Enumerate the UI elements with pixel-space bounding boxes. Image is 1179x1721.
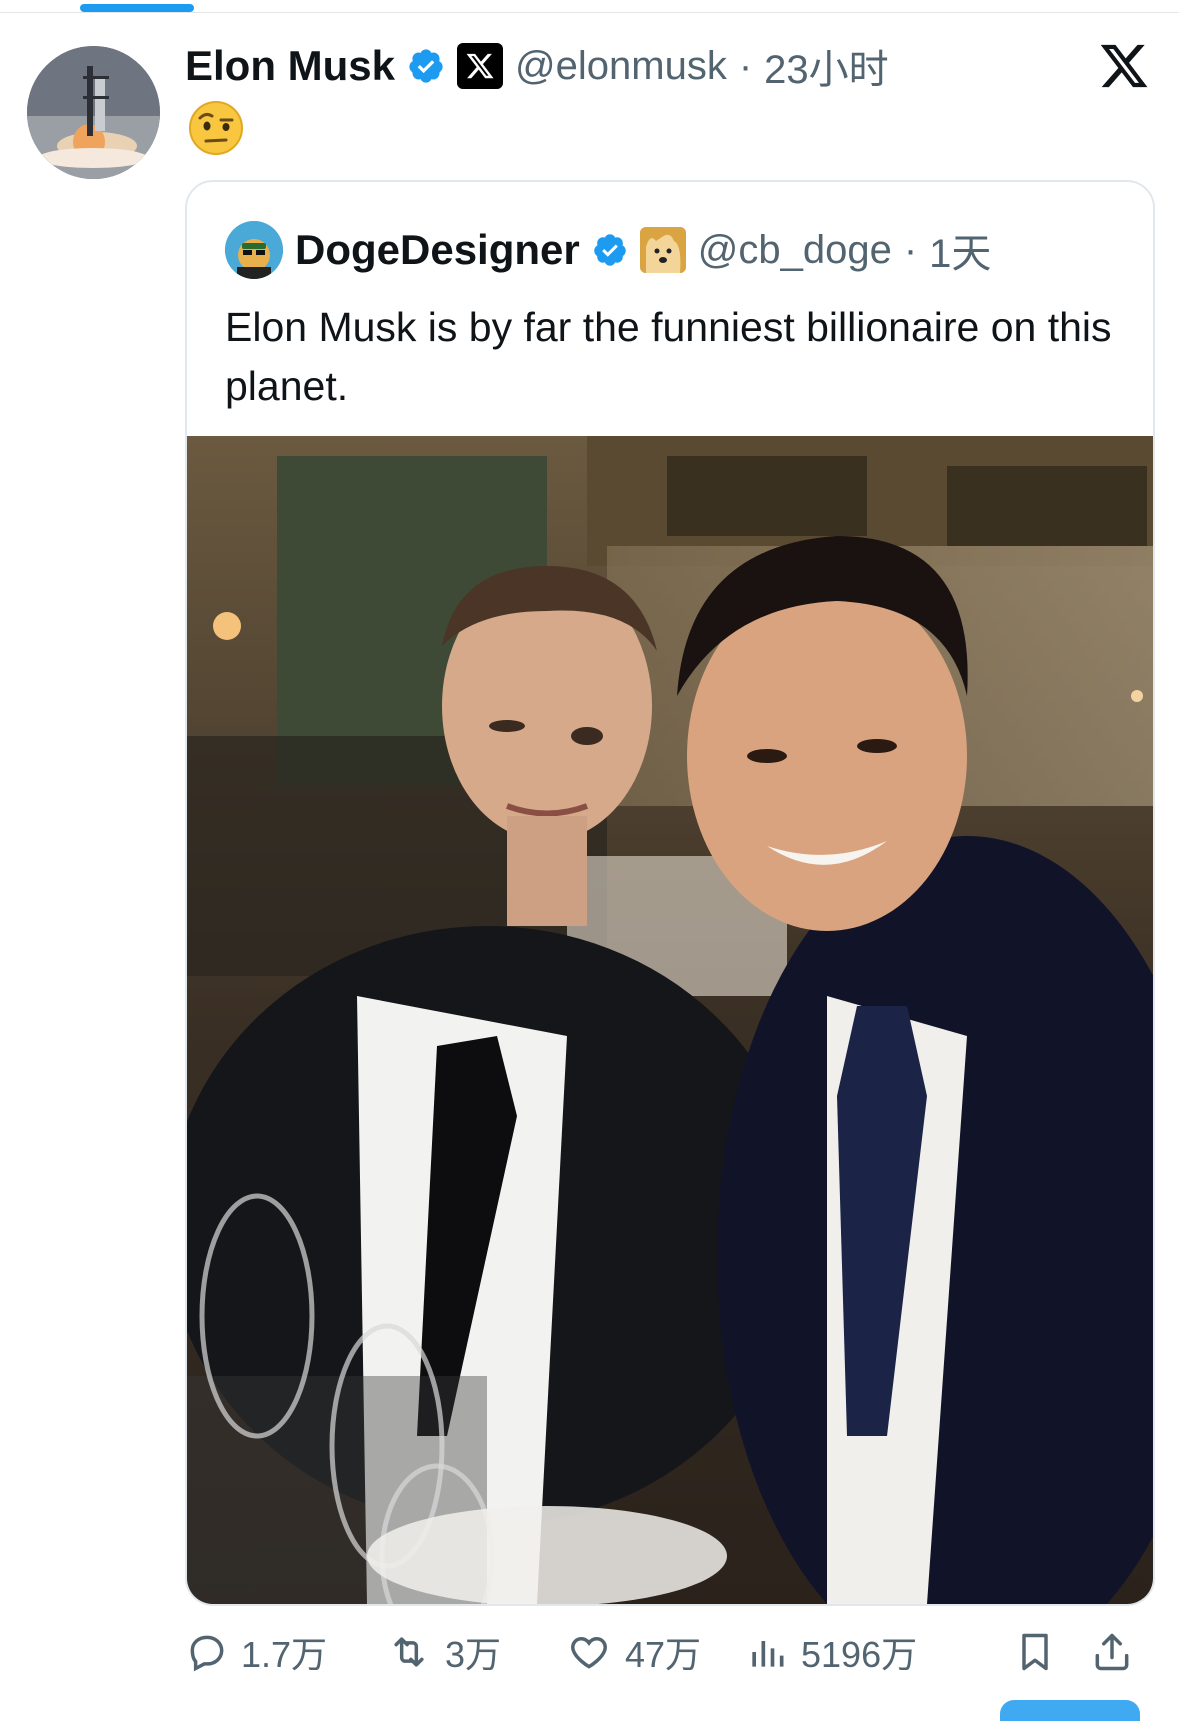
verified-badge-icon: [592, 232, 628, 268]
bookmark-button[interactable]: [1013, 1622, 1057, 1682]
reply-button[interactable]: 1.7万: [185, 1622, 327, 1682]
action-bar: 1.7万 3万 47万 5196万: [185, 1622, 1145, 1682]
doge-affiliate-badge-icon: [639, 227, 686, 273]
comment-icon: [185, 1630, 229, 1674]
heart-icon: [565, 1630, 613, 1674]
divider: [0, 12, 1179, 13]
quoted-tweet-text: Elon Musk is by far the funniest billion…: [225, 304, 1112, 409]
bookmark-icon: [1013, 1628, 1057, 1676]
retweet-button[interactable]: 3万: [385, 1622, 501, 1682]
separator-dot: ·: [738, 43, 753, 88]
view-count: 5196万: [801, 1634, 918, 1675]
reply-count: 1.7万: [241, 1634, 328, 1675]
share-icon: [1090, 1628, 1134, 1676]
tweet-timestamp[interactable]: 23小时: [764, 37, 889, 95]
retweet-count: 3万: [445, 1634, 502, 1675]
like-count: 47万: [625, 1634, 702, 1675]
separator-dot: ·: [903, 227, 918, 272]
quoted-timestamp[interactable]: 1天: [929, 221, 991, 279]
retweet-icon: [385, 1630, 433, 1674]
x-affiliate-badge-icon: [457, 43, 504, 89]
views-button[interactable]: 5196万: [745, 1622, 917, 1682]
quoted-author-name[interactable]: DogeDesigner: [295, 226, 580, 274]
verified-badge-icon: [407, 47, 445, 85]
quoted-tweet[interactable]: DogeDesigner @cb_doge · 1天 Elon Musk is …: [185, 180, 1155, 1606]
quoted-avatar[interactable]: [225, 221, 283, 279]
like-button[interactable]: 47万: [565, 1622, 701, 1682]
raised-eyebrow-emoji-icon: [188, 100, 244, 156]
author-handle[interactable]: @elonmusk: [515, 44, 727, 89]
bar-chart-icon: [745, 1630, 789, 1674]
avatar[interactable]: [27, 46, 160, 179]
share-button[interactable]: [1090, 1622, 1134, 1682]
quoted-tweet-header: DogeDesigner @cb_doge · 1天: [225, 220, 991, 280]
quoted-author-handle[interactable]: @cb_doge: [698, 228, 892, 273]
quoted-tweet-photo[interactable]: [187, 436, 1153, 1604]
home-indicator: [1000, 1700, 1140, 1721]
x-logo-icon: [1098, 40, 1150, 92]
author-name[interactable]: Elon Musk: [185, 42, 395, 90]
tweet-header: Elon Musk @elonmusk · 23小时: [185, 36, 889, 96]
active-tab-indicator: [80, 4, 194, 12]
